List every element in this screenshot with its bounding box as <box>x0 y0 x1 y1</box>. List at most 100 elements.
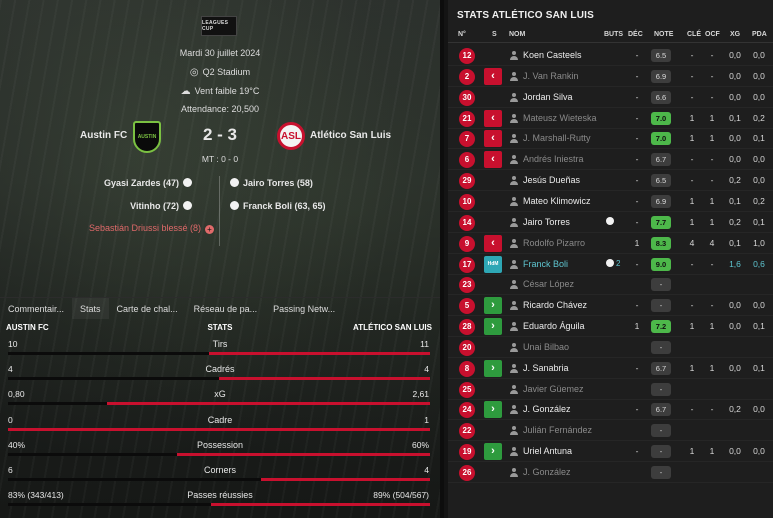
player-name[interactable]: Unai Bilbao <box>523 342 569 352</box>
player-row[interactable]: 7 ‹ J. Marshall-Rutty - 7.0 1 1 0,0 0,1 <box>448 128 773 150</box>
xg-value: 0,2 <box>729 175 741 186</box>
home-team-crest[interactable]: AUSTIN <box>133 121 161 153</box>
decisive-value: 1 <box>634 237 640 248</box>
score: 2 - 3 <box>202 125 238 144</box>
xg-value: 0,0 <box>729 154 741 165</box>
player-row[interactable]: 25 Javier Güemez - <box>448 379 773 400</box>
player-name[interactable]: Andrés Iniestra <box>523 154 584 164</box>
player-row[interactable]: 6 ‹ Andrés Iniestra - 6.7 - - 0,0 0,0 <box>448 149 773 171</box>
key-passes-value: - <box>690 300 694 311</box>
pda-value: 0,0 <box>753 446 765 457</box>
event-goal-away[interactable]: Jairo Torres (58) <box>226 178 313 192</box>
rating-badge: - <box>651 382 671 396</box>
player-name[interactable]: Franck Boli <box>523 259 568 269</box>
home-team-name[interactable]: Austin FC <box>80 130 127 141</box>
substituted-out-icon: ‹ <box>484 234 502 252</box>
pda-value: 0,6 <box>753 258 765 269</box>
xg-value: 0,0 <box>729 321 741 332</box>
stat-bar <box>8 377 430 381</box>
player-row[interactable]: 2 ‹ J. Van Rankin - 6.9 - - 0,0 0,0 <box>448 66 773 87</box>
player-icon <box>510 468 518 477</box>
player-row[interactable]: 28 › Eduardo Águila 1 7.2 1 1 0,0 0,1 <box>448 316 773 338</box>
player-name[interactable]: J. Van Rankin <box>523 71 578 81</box>
away-team-name[interactable]: Atlético San Luis <box>310 130 391 141</box>
player-name[interactable]: Rodolfo Pizarro <box>523 238 585 248</box>
pda-value: 0,0 <box>753 404 765 415</box>
player-name[interactable]: J. Marshall-Rutty <box>523 133 591 143</box>
player-row[interactable]: 14 Jairo Torres - 7.7 1 1 0,2 0,1 <box>448 212 773 233</box>
player-name[interactable]: Koen Casteels <box>523 50 582 60</box>
substituted-in-icon: › <box>484 297 502 315</box>
player-name[interactable]: Jesús Dueñas <box>523 175 580 185</box>
substituted-out-icon: ‹ <box>484 67 502 85</box>
stadium-line: ◎ Q2 Stadium <box>0 67 440 78</box>
player-row[interactable]: 21 ‹ Mateusz Wieteska - 7.0 1 1 0,1 0,2 <box>448 108 773 129</box>
player-icon <box>510 405 518 415</box>
rating-badge: - <box>651 466 671 479</box>
player-name[interactable]: Ricardo Chávez <box>523 300 587 310</box>
xg-value: 0,0 <box>729 50 741 60</box>
chances-value: - <box>710 70 714 81</box>
event-injury-home[interactable]: Sebastián Driussi blessé (8) + <box>89 223 214 237</box>
player-row[interactable]: 26 J. González - <box>448 462 773 483</box>
decisive-value: - <box>635 195 639 206</box>
event-goal-home[interactable]: Gyasi Zardes (47) <box>104 178 196 192</box>
key-passes-value: - <box>690 258 694 269</box>
player-row[interactable]: 30 Jordan Silva - 6.6 - - 0,0 0,0 <box>448 87 773 108</box>
rating-badge: - <box>651 340 671 354</box>
goal-icon <box>606 216 616 226</box>
tab-pass-network[interactable]: Réseau de pa... <box>186 298 266 319</box>
substituted-out-icon: ‹ <box>484 109 502 127</box>
away-team-crest[interactable]: ASL <box>277 122 305 150</box>
player-row[interactable]: 8 › J. Sanabria - 6.7 1 1 0,0 0,1 <box>448 358 773 379</box>
player-name[interactable]: J. Sanabria <box>523 363 569 373</box>
player-row[interactable]: 10 Mateo Klimowicz - 6.9 1 1 0,1 0,2 <box>448 191 773 212</box>
player-row[interactable]: 5 › Ricardo Chávez - - - - 0,0 0,0 <box>448 295 773 317</box>
tab-heatmap[interactable]: Carte de chal... <box>109 298 186 319</box>
player-row[interactable]: 20 Unai Bilbao - <box>448 337 773 358</box>
player-row[interactable]: 24 › J. González - 6.7 - - 0,2 0,0 <box>448 399 773 421</box>
key-passes-value: 1 <box>689 362 695 373</box>
shirt-number: 6 <box>459 152 475 169</box>
xg-value: 0,2 <box>729 216 741 227</box>
player-name[interactable]: J. González <box>523 404 571 414</box>
player-name[interactable]: Mateo Klimowicz <box>523 196 591 206</box>
tab-stats[interactable]: Stats <box>72 298 109 319</box>
shirt-number: 26 <box>459 465 475 481</box>
tab-commentary[interactable]: Commentair... <box>0 298 72 319</box>
stat-bar <box>8 478 430 481</box>
player-name[interactable]: Uriel Antuna <box>523 446 572 456</box>
shirt-number: 14 <box>459 214 475 231</box>
player-row[interactable]: 23 César López - <box>448 274 773 296</box>
player-name[interactable]: Jairo Torres <box>523 217 570 227</box>
player-row[interactable]: 29 Jesús Dueñas - 6.5 - - 0,2 0,0 <box>448 170 773 192</box>
player-name[interactable]: Jordan Silva <box>523 92 573 102</box>
decisive-value: - <box>635 446 639 457</box>
event-goal-home[interactable]: Vitinho (72) <box>130 201 196 215</box>
player-name[interactable]: Mateusz Wieteska <box>523 113 597 123</box>
player-name[interactable]: Javier Güemez <box>523 384 584 394</box>
player-name[interactable]: Julián Fernández <box>523 425 592 435</box>
player-row[interactable]: 17 HdM Franck Boli 2 - 9.0 - - 1,6 0,6 <box>448 254 773 275</box>
player-row[interactable]: 12 Koen Casteels - 6.5 - - 0,0 0,0 <box>448 45 773 66</box>
panel-divider[interactable] <box>440 0 444 518</box>
tab-passing-network[interactable]: Passing Netw... <box>265 298 343 319</box>
player-row[interactable]: 9 ‹ Rodolfo Pizarro 1 8.3 4 4 0,1 1,0 <box>448 233 773 254</box>
stat-label: Tirs <box>212 339 228 349</box>
rating-badge: 6.6 <box>651 90 671 104</box>
rating-badge: 6.5 <box>651 174 671 188</box>
event-goal-away[interactable]: Franck Boli (63, 65) <box>226 201 326 215</box>
player-name[interactable]: César López <box>523 279 574 289</box>
player-name[interactable]: Eduardo Águila <box>523 321 585 331</box>
pda-value: 0,2 <box>753 112 765 123</box>
player-row[interactable]: 19 › Uriel Antuna - - 1 1 0,0 0,0 <box>448 441 773 463</box>
decisive-value: 1 <box>634 321 640 332</box>
stadium-name: Q2 Stadium <box>202 67 251 77</box>
chances-value: 1 <box>709 216 715 227</box>
pda-value: 0,0 <box>753 70 765 81</box>
xg-value: 0,0 <box>729 446 741 457</box>
player-row[interactable]: 22 Julián Fernández - <box>448 420 773 442</box>
xg-value: 0,0 <box>729 91 741 102</box>
player-name[interactable]: J. González <box>523 467 571 477</box>
rating-badge: 6.9 <box>651 69 671 83</box>
